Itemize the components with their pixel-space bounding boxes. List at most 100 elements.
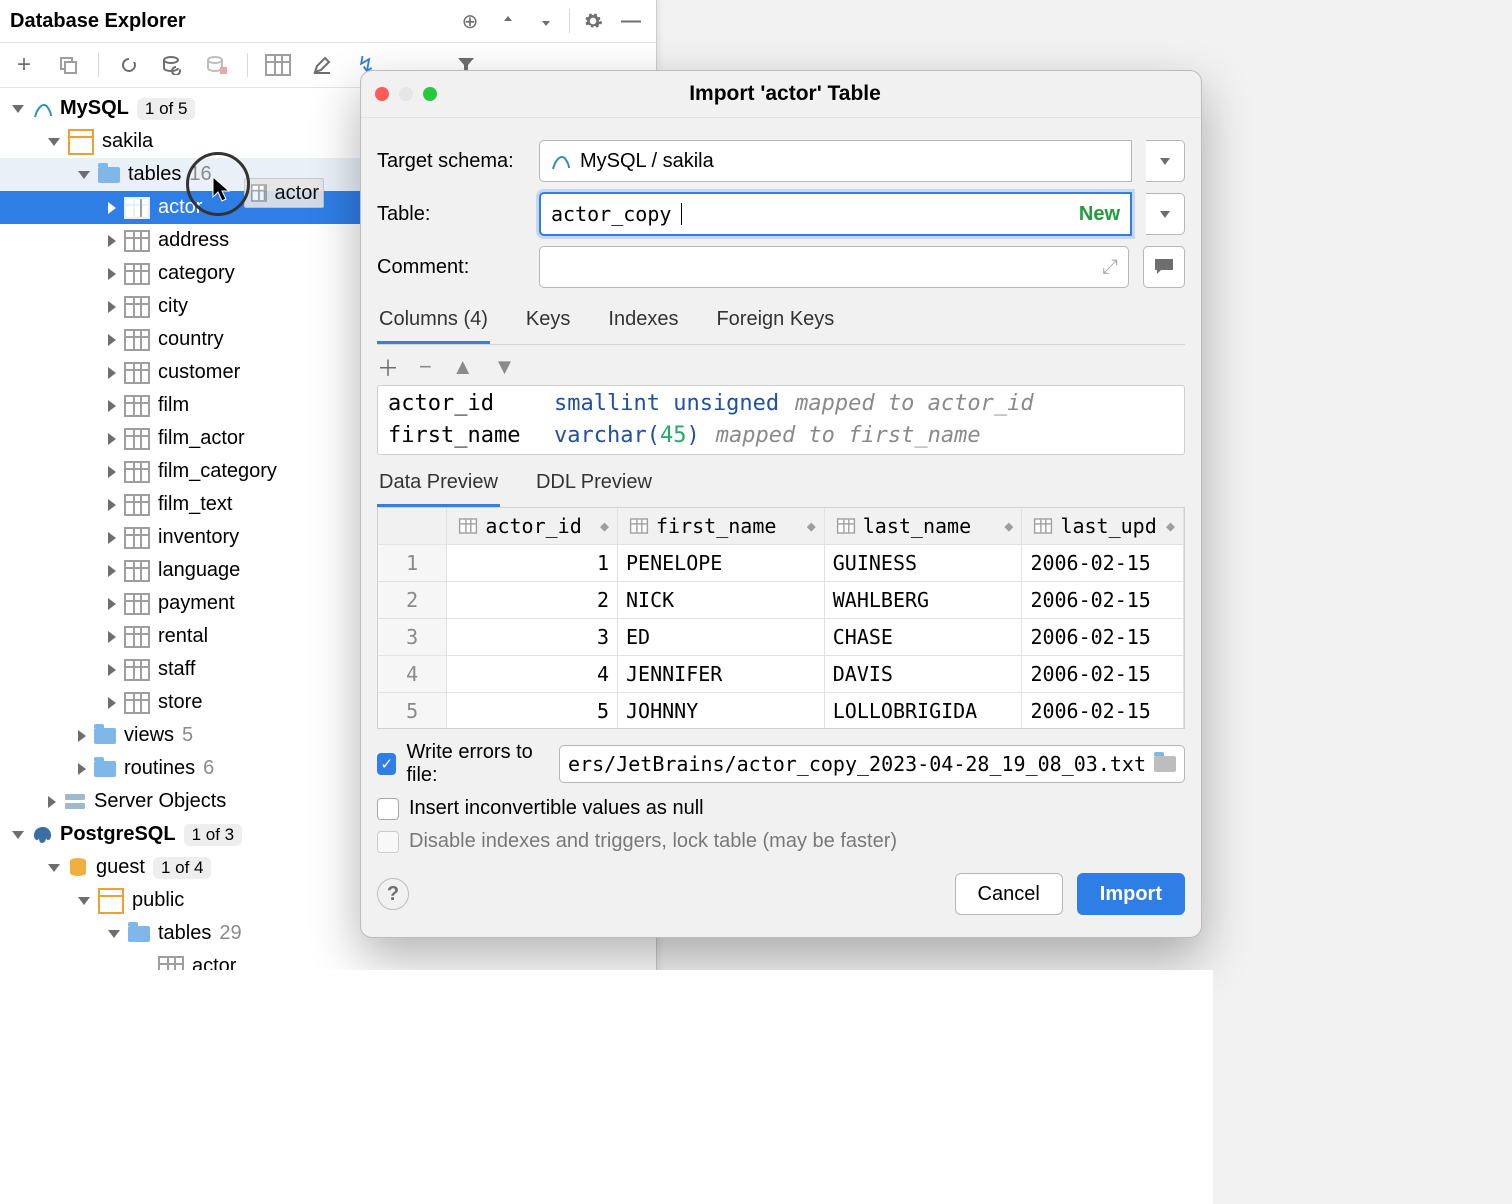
write-errors-checkbox[interactable]: ✓ — [377, 753, 396, 775]
table-icon — [124, 494, 150, 516]
tab-foreign-keys[interactable]: Foreign Keys — [714, 302, 836, 344]
column-row[interactable]: first_namevarchar(45)mapped to first_nam… — [388, 420, 1174, 452]
table-label: actor — [158, 196, 202, 219]
comment-input[interactable]: ⤢ — [539, 246, 1129, 288]
table-label: film_category — [158, 460, 277, 483]
columns-list[interactable]: actor_idsmallint unsignedmapped to actor… — [377, 385, 1185, 455]
table-icon — [124, 593, 150, 615]
folder-icon — [94, 761, 116, 777]
col-header[interactable]: last_upd◆ — [1022, 508, 1184, 544]
col-header[interactable]: first_name◆ — [618, 508, 825, 544]
data-preview-grid[interactable]: actor_id◆first_name◆last_name◆last_upd◆1… — [377, 508, 1185, 729]
datasource-label: MySQL — [60, 97, 129, 120]
database-label: guest — [96, 856, 145, 879]
table-icon — [124, 329, 150, 351]
browse-icon[interactable] — [1154, 756, 1176, 772]
folder-count: 29 — [219, 922, 241, 945]
minimize-icon[interactable] — [399, 87, 413, 101]
help-button[interactable]: ? — [377, 878, 409, 910]
table-icon — [124, 560, 150, 582]
expand-all-icon[interactable] — [493, 6, 523, 36]
table-icon — [124, 263, 150, 285]
dialog-titlebar[interactable]: Import 'actor' Table — [361, 71, 1201, 118]
table-icon — [124, 197, 150, 219]
expand-icon[interactable]: ⤢ — [1102, 256, 1118, 279]
gear-icon[interactable] — [578, 6, 608, 36]
disable-indexes-label: Disable indexes and triggers, lock table… — [409, 830, 897, 853]
add-datasource-icon[interactable]: ⊕ — [455, 6, 485, 36]
table-icon — [124, 626, 150, 648]
disable-indexes-checkbox — [377, 831, 399, 853]
table-label: film_text — [158, 493, 232, 516]
table-row[interactable]: 33EDCHASE2006-02-15 — [378, 619, 1184, 656]
tab-keys[interactable]: Keys — [524, 302, 572, 344]
table-label: category — [158, 262, 235, 285]
tab-indexes[interactable]: Indexes — [606, 302, 680, 344]
tab-ddl-preview[interactable]: DDL Preview — [534, 465, 654, 507]
schema-icon — [98, 888, 124, 914]
mysql-icon — [550, 151, 570, 171]
schema-icon — [68, 129, 94, 155]
table-label: rental — [158, 625, 208, 648]
new-icon[interactable]: + — [10, 51, 38, 79]
refresh-icon[interactable] — [115, 51, 143, 79]
dialog-title: Import 'actor' Table — [447, 82, 1123, 106]
column-row[interactable]: actor_idsmallint unsignedmapped to actor… — [388, 388, 1174, 420]
move-up-icon[interactable]: ▲ — [452, 354, 474, 380]
minimize-icon[interactable]: — — [616, 6, 646, 36]
table-row[interactable]: 44JENNIFERDAVIS2006-02-15 — [378, 656, 1184, 693]
new-badge: New — [1079, 203, 1120, 226]
table-label: city — [158, 295, 188, 318]
table-label: film_actor — [158, 427, 245, 450]
folder-icon — [98, 167, 120, 183]
datasource-label: PostgreSQL — [60, 823, 176, 846]
database-icon — [68, 857, 88, 879]
duplicate-icon[interactable] — [54, 51, 82, 79]
stop-icon[interactable] — [203, 51, 231, 79]
collapse-all-icon[interactable] — [531, 6, 561, 36]
insert-null-checkbox[interactable] — [377, 798, 399, 820]
remove-column-icon[interactable]: − — [419, 354, 432, 380]
panel-header: Database Explorer ⊕ — — [0, 0, 656, 43]
zoom-icon[interactable] — [423, 87, 437, 101]
table-name-input[interactable]: actor_copy New — [539, 192, 1132, 236]
insert-null-label: Insert inconvertible values as null — [409, 797, 704, 820]
table-icon — [124, 362, 150, 384]
target-schema-label: Target schema: — [377, 150, 525, 173]
tab-data-preview[interactable]: Data Preview — [377, 465, 500, 507]
table-row[interactable]: 22NICKWAHLBERG2006-02-15 — [378, 582, 1184, 619]
database-badge: 1 of 4 — [153, 857, 212, 879]
target-schema-dropdown[interactable] — [1146, 140, 1185, 182]
write-errors-path: ers/JetBrains/actor_copy_2023-04-28_19_0… — [568, 752, 1146, 776]
write-errors-label: Write errors to file: — [406, 741, 549, 787]
table-icon — [124, 692, 150, 714]
table-label: language — [158, 559, 240, 582]
table-label: country — [158, 328, 224, 351]
col-header[interactable]: last_name◆ — [825, 508, 1023, 544]
import-button[interactable]: Import — [1077, 873, 1185, 915]
close-icon[interactable] — [375, 87, 389, 101]
data-editor-icon[interactable] — [264, 51, 292, 79]
folder-label: tables — [158, 922, 211, 945]
table-label: staff — [158, 658, 195, 681]
col-header[interactable]: actor_id◆ — [447, 508, 618, 544]
write-errors-path-input[interactable]: ers/JetBrains/actor_copy_2023-04-28_19_0… — [559, 745, 1185, 783]
table-label: payment — [158, 592, 235, 615]
refresh-schema-icon[interactable] — [159, 51, 187, 79]
modify-icon[interactable] — [308, 51, 336, 79]
comment-editor-button[interactable] — [1143, 246, 1185, 288]
comment-label: Comment: — [377, 256, 525, 279]
tab-columns[interactable]: Columns (4) — [377, 302, 490, 344]
panel-title: Database Explorer — [10, 10, 186, 33]
table-row[interactable]: 55JOHNNYLOLLOBRIGIDA2006-02-15 — [378, 693, 1184, 729]
move-down-icon[interactable]: ▼ — [494, 354, 516, 380]
table-icon — [124, 461, 150, 483]
table-row[interactable]: 11PENELOPEGUINESS2006-02-15 — [378, 545, 1184, 582]
cancel-button[interactable]: Cancel — [955, 873, 1063, 915]
folder-count: 16 — [189, 163, 211, 186]
target-schema-combo[interactable]: MySQL / sakila — [539, 140, 1132, 182]
table-name-dropdown[interactable] — [1146, 193, 1185, 235]
folder-label: views — [124, 724, 174, 747]
add-column-icon[interactable]: ＋ — [377, 351, 399, 383]
folder-label: routines — [124, 757, 195, 780]
